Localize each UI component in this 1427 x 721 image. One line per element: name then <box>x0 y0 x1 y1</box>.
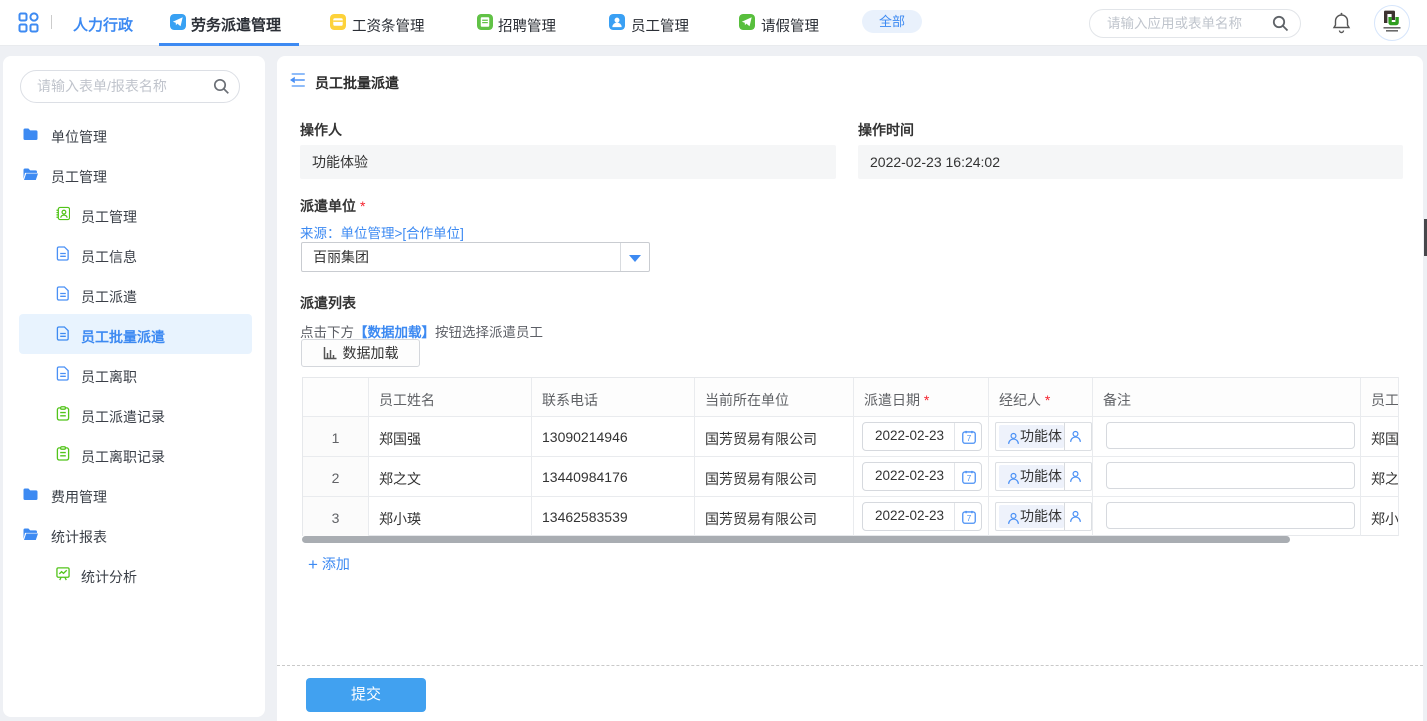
svg-text:7: 7 <box>967 514 972 523</box>
svg-text:7: 7 <box>967 474 972 483</box>
svg-text:7: 7 <box>967 434 972 443</box>
